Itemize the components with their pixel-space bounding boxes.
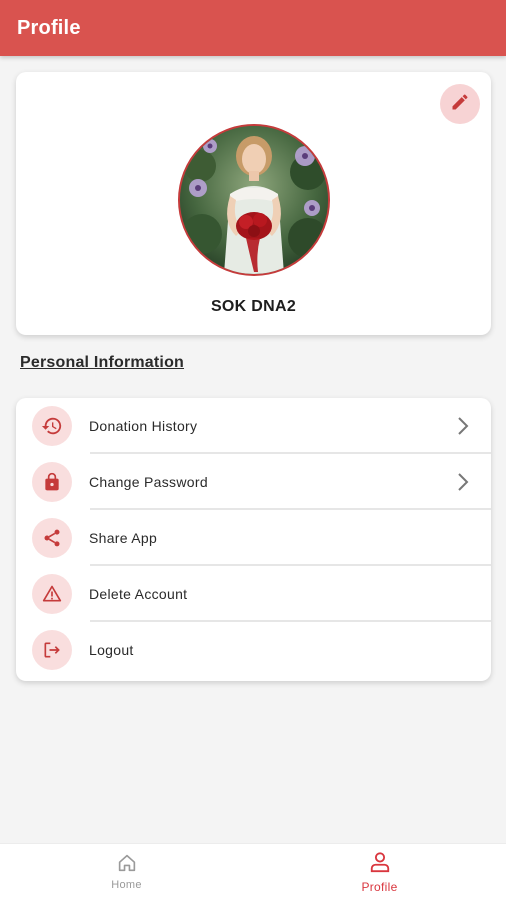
menu-item-delete-account[interactable]: Delete Account	[16, 566, 491, 622]
edit-profile-button[interactable]	[440, 84, 480, 124]
profile-photo	[180, 126, 328, 274]
share-icon	[32, 518, 72, 558]
app-bar: Profile	[0, 0, 506, 56]
menu-item-share-app[interactable]: Share App	[16, 510, 491, 566]
logout-icon	[32, 630, 72, 670]
lock-icon	[32, 462, 72, 502]
menu-item-label: Change Password	[89, 474, 208, 490]
user-name: SOK DNA2	[210, 298, 297, 315]
warning-icon	[32, 574, 72, 614]
nav-tab-profile[interactable]: Profile	[253, 844, 506, 901]
bottom-navigation: Home Profile	[0, 843, 506, 901]
pencil-icon	[450, 92, 470, 117]
menu-item-label: Delete Account	[89, 586, 188, 602]
nav-tab-home[interactable]: Home	[0, 844, 253, 901]
menu-item-donation-history[interactable]: Donation History	[16, 398, 491, 454]
menu-item-label: Logout	[89, 642, 134, 658]
chevron-right-icon	[455, 471, 471, 493]
nav-tab-label: Profile	[361, 880, 398, 894]
page-title: Profile	[17, 16, 81, 39]
chevron-right-icon	[455, 415, 471, 437]
menu-item-label: Share App	[89, 530, 158, 546]
menu-item-logout[interactable]: Logout	[16, 622, 491, 678]
home-icon	[117, 854, 137, 877]
nav-tab-label: Home	[111, 879, 142, 891]
profile-avatar[interactable]	[178, 124, 330, 276]
settings-menu: Donation History Change Password Share A…	[16, 398, 491, 681]
history-icon	[32, 406, 72, 446]
person-icon	[369, 851, 391, 878]
menu-item-label: Donation History	[89, 418, 198, 434]
menu-item-change-password[interactable]: Change Password	[16, 454, 491, 510]
section-title: Personal Information	[20, 354, 185, 371]
profile-card: SOK DNA2	[16, 72, 491, 335]
